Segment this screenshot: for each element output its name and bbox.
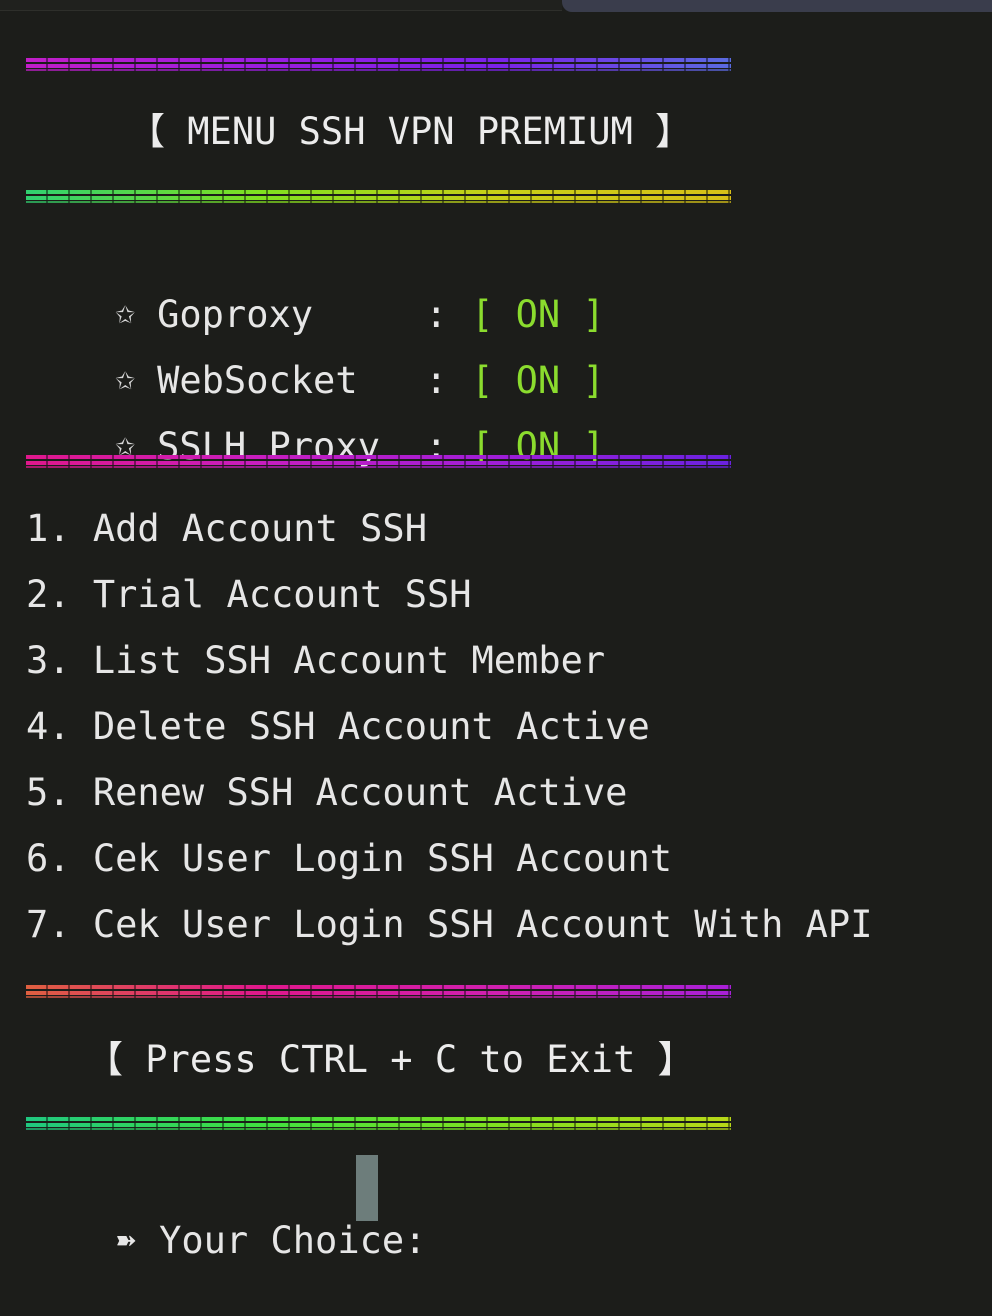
menu-item-1: 1. Add Account SSH	[26, 507, 427, 550]
menu-item-7: 7. Cek User Login SSH Account With API	[26, 903, 873, 946]
arrow-right-icon: ➽	[115, 1226, 137, 1256]
rainbow-divider	[26, 1117, 731, 1130]
menu-item-3: 3. List SSH Account Member	[26, 639, 606, 682]
terminal-screen[interactable]: 【 MENU SSH VPN PREMIUM 】 ✩ Goproxy:[ ON ]…	[0, 0, 992, 1280]
prompt-label: Your Choice:	[159, 1219, 427, 1262]
menu-title: 【 MENU SSH VPN PREMIUM 】	[128, 110, 693, 153]
exit-hint: 【 Press CTRL + C to Exit 】	[86, 1038, 695, 1081]
status-row-goproxy: ✩ Goproxy:[ ON ]	[26, 240, 605, 336]
menu-item-5: 5. Renew SSH Account Active	[26, 771, 628, 814]
status-row-sslh-proxy: ✩ SSLH Proxy:[ ON ]	[26, 372, 605, 468]
rainbow-divider	[26, 58, 731, 71]
rainbow-divider	[26, 985, 731, 998]
menu-item-4: 4. Delete SSH Account Active	[26, 705, 650, 748]
rainbow-divider	[26, 190, 731, 203]
rainbow-divider	[26, 455, 731, 468]
menu-item-2: 2. Trial Account SSH	[26, 573, 472, 616]
status-row-websocket: ✩ WebSocket:[ ON ]	[26, 306, 605, 402]
menu-item-6: 6. Cek User Login SSH Account	[26, 837, 673, 880]
text-cursor	[356, 1155, 378, 1221]
